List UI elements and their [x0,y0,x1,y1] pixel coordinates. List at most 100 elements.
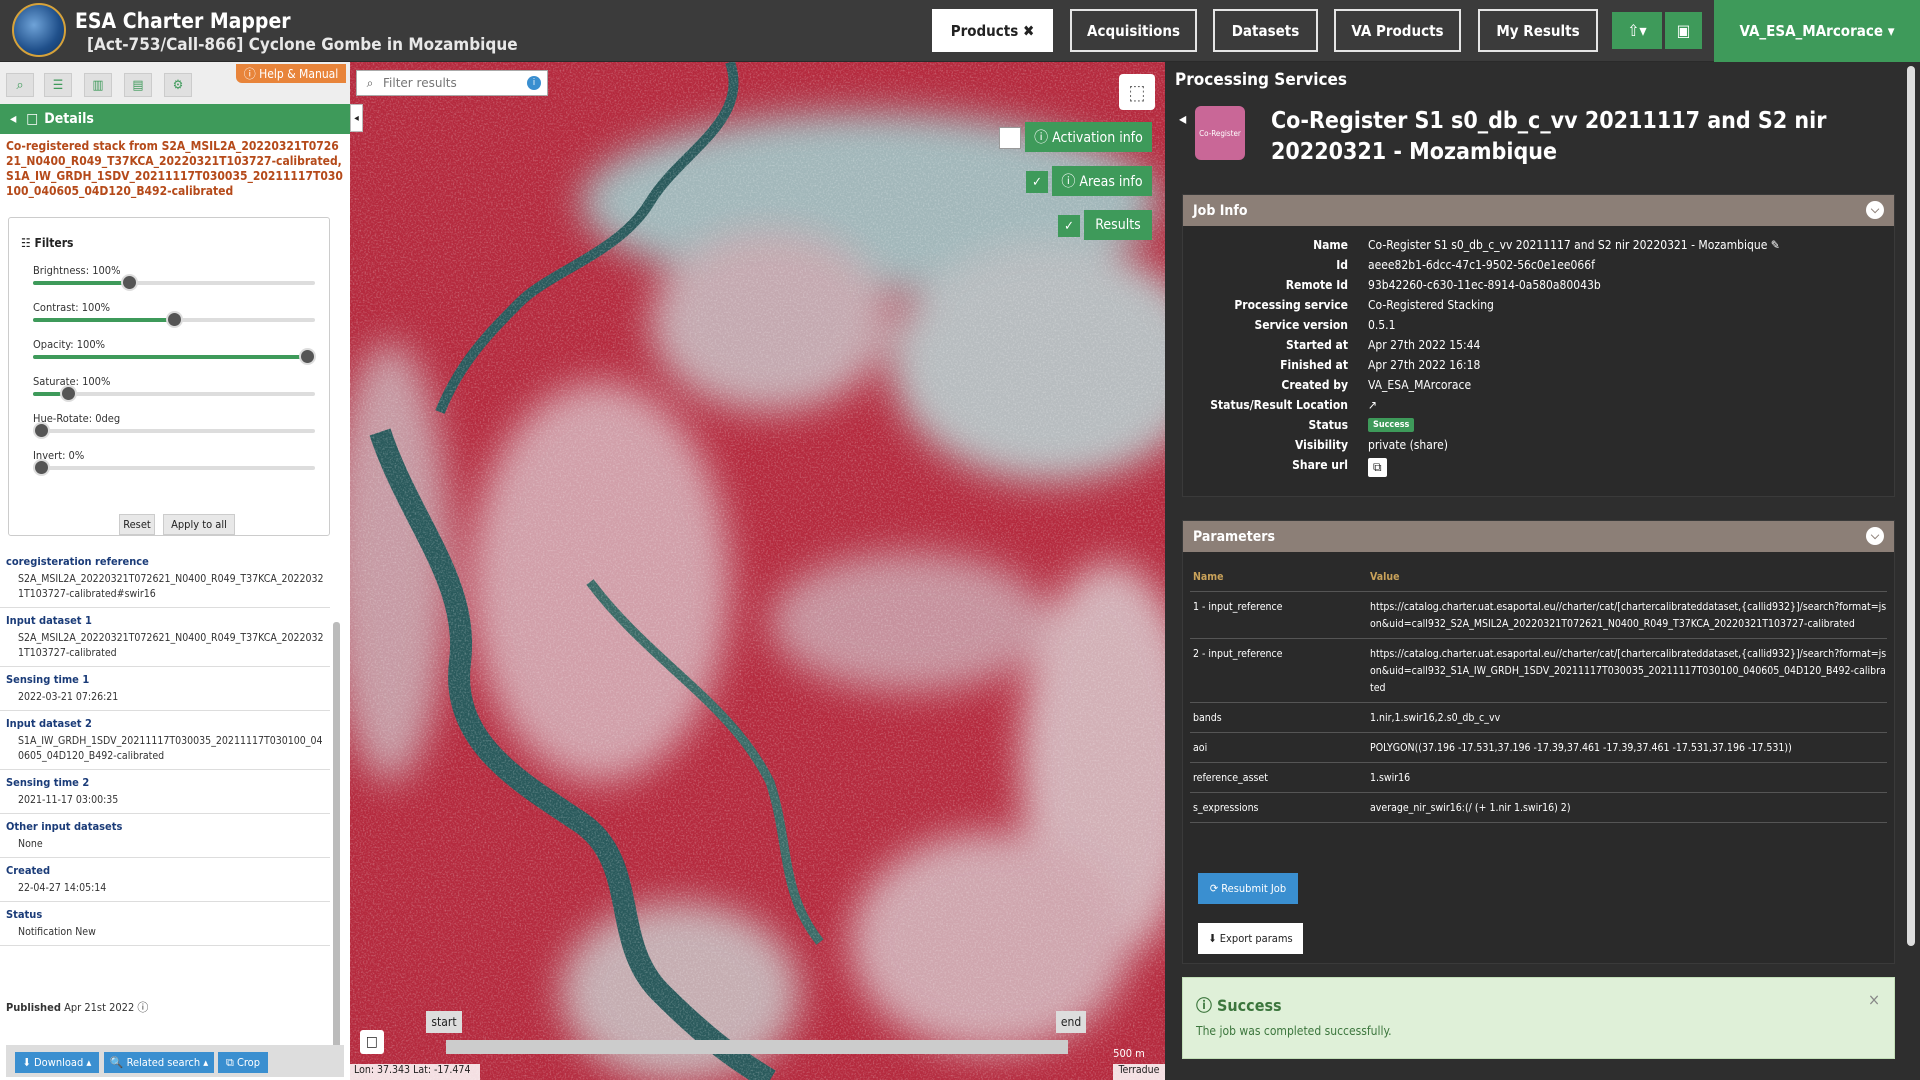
map-view[interactable] [350,62,1165,1080]
collapse-left-panel-button[interactable]: ◂ [350,104,363,132]
details-header[interactable]: ◂ □ Details [0,104,350,134]
job-info-header[interactable]: Job Info ⌵ [1183,195,1894,226]
download-button[interactable]: ⬇ Download ▴ [15,1052,99,1073]
filter-slider[interactable] [33,422,315,439]
briefcase-button[interactable]: ▣ [1665,12,1702,49]
related-search-button[interactable]: 🔍 Related search ▴ [104,1052,214,1073]
slider-handle[interactable] [33,459,50,476]
panel-title: Processing Services [1175,70,1348,90]
filters-title: ☷ Filters [21,236,74,250]
filter-slider[interactable] [33,459,315,476]
success-title: ⓘ Success [1196,996,1282,1015]
nav-datasets[interactable]: Datasets [1213,9,1318,52]
job-info-key: Status/Result Location [1210,398,1348,412]
slider-handle[interactable] [299,348,316,365]
job-info-value: Apr 27th 2022 16:18 [1368,358,1481,372]
filter-slider[interactable] [33,274,315,291]
activation-info-button[interactable]: ⓘ Activation info [1025,122,1152,152]
param-value: POLYGON((37.196 -17.531,37.196 -17.39,37… [1370,742,1792,754]
param-row: 2 - input_reference https://catalog.chart… [1190,639,1887,703]
slider-handle[interactable] [166,311,183,328]
param-name: reference_asset [1193,772,1268,784]
job-info-value: Success [1368,418,1415,432]
param-name: 2 - input_reference [1193,648,1283,660]
info-icon[interactable]: i [527,76,541,90]
areas-info-button[interactable]: ⓘ Areas info [1052,166,1152,196]
help-manual-button[interactable]: ⓘ Help & Manual [236,64,346,83]
slider-fill [33,318,174,322]
job-info-key: Started at [1286,338,1348,352]
property-key: Other input datasets [6,820,123,833]
resubmit-job-button[interactable]: ⟳ Resubmit Job [1198,873,1298,904]
close-icon[interactable]: × [1868,990,1880,1009]
nav-acquisitions[interactable]: Acquisitions [1070,9,1197,52]
right-scrollbar[interactable] [1907,66,1915,946]
left-scrollbar[interactable] [333,622,340,1077]
fullscreen-icon[interactable]: □ [360,1030,384,1054]
search-icon[interactable]: ⌕ [6,73,34,97]
archive-icon[interactable]: ▤ [124,73,152,97]
results-checkbox[interactable]: ✓ [1058,215,1080,237]
filter-slider[interactable] [33,311,315,328]
job-info-key: Remote Id [1285,278,1348,292]
slider-handle[interactable] [33,422,50,439]
param-name: 1 - input_reference [1193,601,1283,613]
results-button[interactable]: Results [1084,210,1152,240]
timeline-start[interactable]: start [426,1011,462,1033]
property-key: Input dataset 2 [6,717,92,730]
nav-my-results[interactable]: My Results [1478,9,1598,52]
crop-button[interactable]: ⧉ Crop [218,1052,268,1073]
property-item: Sensing time 2 2021-11-17 03:00:35 [0,770,330,814]
slider-handle[interactable] [120,274,138,291]
filter-slider[interactable] [33,385,315,402]
success-alert: ⓘ Success The job was completed successf… [1182,977,1895,1059]
user-menu[interactable]: VA_ESA_MArcorace ▾ [1714,0,1920,62]
slider-fill [33,281,127,285]
processing-services-panel: Processing Services ◂ Co-Register Co-Reg… [1165,62,1920,1080]
filter-slider[interactable] [33,348,316,365]
chevron-down-icon[interactable]: ⌵ [1866,527,1884,545]
param-name: bands [1193,712,1222,724]
map-attribution: Terradue [1113,1064,1165,1080]
back-chevron-icon[interactable]: ◂ [1179,109,1186,128]
slider-handle[interactable] [59,385,77,402]
activation-info-checkbox[interactable] [999,127,1021,149]
areas-info-checkbox[interactable]: ✓ [1026,171,1048,193]
job-info-key: Finished at [1280,358,1348,372]
settings-icon[interactable]: ⚙ [164,73,192,97]
job-info-value: 93b42260-c630-11ec-8914-0a580a80043b [1368,278,1601,292]
reset-filters-button[interactable]: Reset [119,514,155,535]
upload-menu-button[interactable]: ⇧▾ [1612,12,1662,49]
job-info-section: Job Info ⌵ Name Co-Register S1 s0_db_c_vv … [1182,194,1895,497]
export-params-button[interactable]: ⬇ Export params [1198,923,1303,954]
nav-va-products[interactable]: VA Products [1334,9,1461,52]
property-key: coregisteration reference [6,555,149,568]
param-row: 1 - input_reference https://catalog.chart… [1190,592,1887,639]
map-filter-field[interactable]: ⌕ i [356,70,548,96]
basket-icon[interactable]: ▥ [84,73,112,97]
briefcase-icon: ▣ [1676,21,1691,40]
search-icon: ⌕ [366,75,374,90]
job-info-value: Co-Registered Stacking [1368,298,1494,312]
nav-products[interactable]: Products ✖ [932,9,1053,52]
left-toolbar: ⌕ ☰ ▥ ▤ ⚙ ⓘ Help & Manual [0,62,350,104]
param-row: aoi POLYGON((37.196 -17.531,37.196 -17.39… [1190,733,1887,763]
map-scale: 500 m [1113,1047,1145,1060]
parameters-header[interactable]: Parameters ⌵ [1183,521,1894,552]
timeline-end[interactable]: end [1056,1011,1086,1033]
list-icon[interactable]: ☰ [44,73,72,97]
property-value: 2022-03-21 07:26:21 [18,691,119,703]
filter-results-input[interactable] [383,76,523,90]
job-info-value[interactable]: ↗ [1368,398,1377,412]
param-row: bands 1.nir,1.swir16,2.s0_db_c_vv [1190,703,1887,733]
apply-to-all-button[interactable]: Apply to all [163,514,235,535]
job-service-icon: Co-Register [1195,106,1245,160]
job-info-value[interactable]: ⧉ [1368,458,1387,477]
back-chevron-icon[interactable]: ◂ [10,111,16,127]
chevron-down-icon[interactable]: ⌵ [1866,201,1884,219]
timeline-slider[interactable] [446,1040,1068,1054]
property-key: Created [6,864,51,877]
job-info-value: VA_ESA_MArcorace [1368,378,1472,392]
success-message: The job was completed successfully. [1196,1024,1392,1038]
layers-icon[interactable]: ⬚ [1119,74,1155,110]
